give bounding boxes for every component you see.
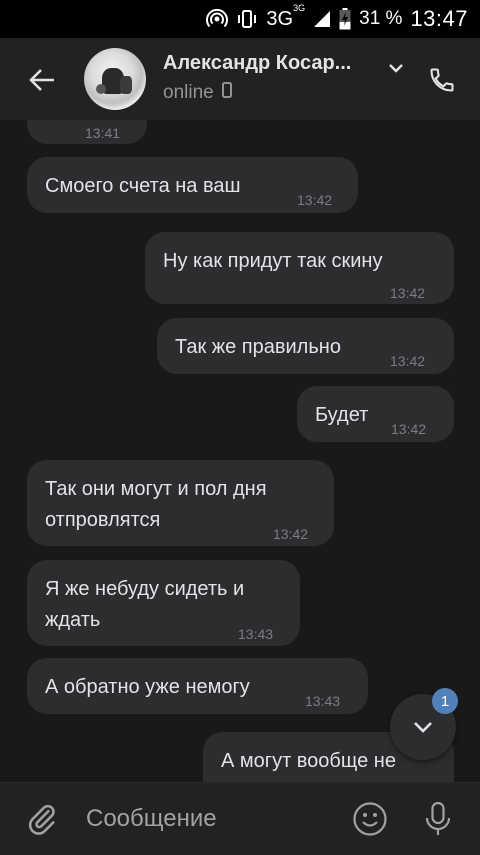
- message-input[interactable]: [86, 801, 326, 837]
- battery-percent: 31 %: [359, 8, 403, 29]
- message-bubble-outgoing[interactable]: Так же правильно 13:42: [157, 318, 454, 374]
- online-status-text: online: [163, 82, 214, 103]
- voice-message-button[interactable]: [418, 799, 458, 839]
- contact-name[interactable]: Александр Косар...: [163, 52, 351, 75]
- clock: 13:47: [410, 6, 468, 31]
- emoji-button[interactable]: [350, 799, 390, 839]
- avatar[interactable]: [84, 48, 146, 110]
- vibrate-icon: [236, 8, 258, 30]
- back-button[interactable]: [22, 60, 62, 100]
- message-time: 13:42: [390, 353, 426, 369]
- microphone-icon: [425, 801, 451, 835]
- message-time: 13:42: [273, 526, 309, 542]
- chat-header: Александр Косар... online: [0, 38, 480, 120]
- message-text: Будет: [315, 404, 369, 426]
- message-list[interactable]: Ну 13:41 Смоего счета на ваш 13:42 Ну ка…: [0, 120, 480, 782]
- message-time: 13:41: [85, 125, 121, 141]
- phone-icon: [430, 68, 454, 92]
- message-text: Ну как придут так скину: [163, 250, 383, 272]
- message-text: Я же небуду сидеть и ждать: [45, 578, 245, 631]
- message-time: 13:42: [390, 285, 426, 301]
- hotspot-icon: [206, 8, 229, 30]
- signal-icon: [313, 10, 331, 28]
- chevron-down-icon: [414, 722, 432, 733]
- message-text: А обратно уже немогу: [45, 676, 250, 698]
- network-type: 3G3G: [266, 2, 306, 30]
- paperclip-icon: [28, 804, 55, 835]
- message-text: Так же правильно: [175, 336, 341, 358]
- call-button[interactable]: [422, 60, 462, 100]
- mobile-phone-icon: [221, 82, 232, 104]
- message-composer: [0, 782, 480, 855]
- message-bubble-outgoing[interactable]: Ну как придут так скину 13:42: [145, 232, 454, 304]
- message-bubble-incoming[interactable]: А обратно уже немогу 13:43: [27, 658, 368, 714]
- message-bubble-outgoing[interactable]: Будет 13:42: [297, 386, 454, 442]
- unread-count-badge: 1: [432, 688, 458, 714]
- message-text: А могут вообще не: [221, 750, 396, 772]
- message-time: 13:43: [238, 626, 274, 642]
- attach-button[interactable]: [22, 799, 62, 839]
- message-time: 13:42: [391, 421, 427, 437]
- battery-charging-icon: [339, 8, 351, 30]
- smiley-icon: [353, 802, 387, 836]
- message-bubble-incoming[interactable]: Смоего счета на ваш 13:42: [27, 157, 358, 213]
- message-bubble-incoming[interactable]: Я же небуду сидеть и ждать 13:43: [27, 560, 300, 646]
- message-time: 13:43: [305, 693, 341, 709]
- message-text: Смоего счета на ваш: [45, 175, 241, 197]
- message-text: Так они могут и пол дня отпровлятся: [45, 478, 267, 531]
- message-time: 13:42: [297, 192, 333, 208]
- message-bubble-incoming[interactable]: Так они могут и пол дня отпровлятся 13:4…: [27, 460, 334, 546]
- message-bubble-incoming[interactable]: Ну 13:41: [27, 120, 147, 144]
- contact-status: online: [163, 82, 232, 104]
- status-bar: 3G3G 31 % 13:47: [0, 0, 480, 38]
- chevron-down-icon[interactable]: [386, 58, 406, 83]
- arrow-left-icon: [29, 69, 54, 91]
